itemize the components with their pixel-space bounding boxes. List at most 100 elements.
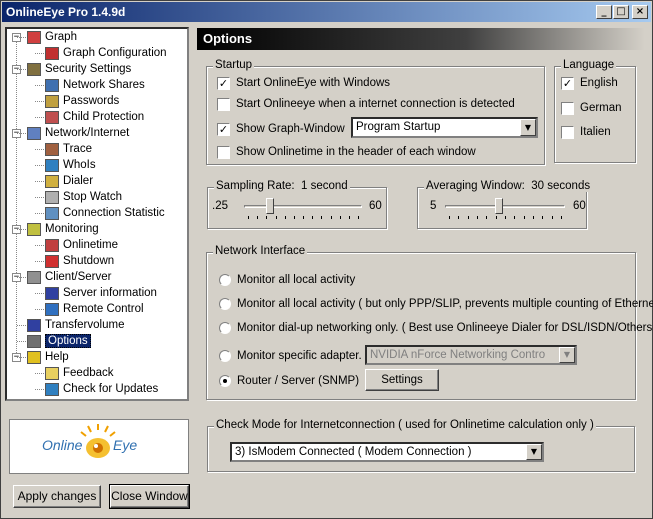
- averaging-window-group: Averaging Window: 30 seconds 5 60: [417, 180, 593, 229]
- tree-item-graph-configuration[interactable]: Graph Configuration: [45, 45, 167, 61]
- averaging-window-value: 30 seconds: [531, 180, 591, 192]
- tree-item-whois[interactable]: WhoIs: [45, 157, 96, 173]
- radio-dot[interactable]: [219, 350, 231, 362]
- statistic-icon: [45, 206, 59, 220]
- tree-item-dialer[interactable]: Dialer: [45, 173, 93, 189]
- tree-item-client-server[interactable]: Client/Server: [27, 269, 111, 285]
- show-graph-label: Show Graph-Window: [236, 123, 345, 135]
- tree-item-server-information[interactable]: Server information: [45, 285, 157, 301]
- chevron-down-icon[interactable]: ▼: [526, 444, 542, 460]
- tree-item-shutdown[interactable]: Shutdown: [45, 253, 114, 269]
- check-mode-title: Check Mode for Internetconnection ( used…: [214, 419, 596, 431]
- tree-item-label: Trace: [63, 143, 92, 155]
- tree-item-label: Options: [45, 334, 91, 348]
- chevron-down-icon[interactable]: ▼: [520, 119, 536, 136]
- router-snmp-label: Router / Server (SNMP): [237, 375, 360, 387]
- tree-item-monitoring[interactable]: Monitoring: [27, 221, 99, 237]
- radio-dot[interactable]: [219, 274, 231, 286]
- tree-item-connection-statistic[interactable]: Connection Statistic: [45, 205, 165, 221]
- maximize-button[interactable]: □: [613, 5, 629, 19]
- checkbox-box[interactable]: ✓: [217, 76, 230, 90]
- startup-group-title: Startup: [213, 59, 255, 71]
- minimize-button[interactable]: _: [596, 5, 612, 19]
- tree-item-onlinetime[interactable]: Onlinetime: [45, 237, 118, 253]
- slider-tick: [257, 216, 259, 219]
- slider-tick: [477, 216, 478, 219]
- apply-changes-button[interactable]: Apply changes: [13, 485, 101, 508]
- tree-item-stop-watch[interactable]: Stop Watch: [45, 189, 122, 205]
- monitor-all-radio[interactable]: Monitor all local activity: [219, 273, 355, 287]
- checkbox-box[interactable]: [561, 125, 574, 139]
- tree-item-trace[interactable]: Trace: [45, 141, 92, 157]
- italien-label: Italien: [580, 126, 611, 138]
- averaging-slider-track[interactable]: [445, 205, 565, 208]
- radio-dot[interactable]: [219, 322, 231, 334]
- tree-item-passwords[interactable]: Passwords: [45, 93, 119, 109]
- averaging-min-label: 5: [430, 200, 437, 212]
- tree-connector: [35, 213, 44, 214]
- tree-item-transfervolume[interactable]: Transfervolume: [27, 317, 124, 333]
- graph-mode-dropdown[interactable]: Program Startup ▼: [351, 117, 538, 138]
- tree-item-label: Onlinetime: [63, 239, 118, 251]
- monitor-ppp-radio[interactable]: Monitor all local activity ( but only PP…: [219, 297, 653, 311]
- stopwatch-icon: [45, 190, 59, 204]
- slider-tick: [495, 216, 497, 219]
- sampling-slider-thumb[interactable]: [266, 198, 274, 214]
- italien-checkbox[interactable]: Italien: [561, 125, 611, 139]
- tree-item-network-internet[interactable]: Network/Internet: [27, 125, 129, 141]
- navigation-tree[interactable]: − − − − − − Graph Graph Configuration Secu…: [5, 27, 189, 401]
- monitor-adapter-label: Monitor specific adapter.: [237, 350, 362, 362]
- tree-item-label: Remote Control: [63, 303, 144, 315]
- graph-icon: [27, 30, 41, 44]
- show-graph-checkbox[interactable]: ✓ Show Graph-Window: [217, 122, 345, 136]
- tree-item-security-settings[interactable]: Security Settings: [27, 61, 131, 77]
- adapter-dropdown[interactable]: NVIDIA nForce Networking Contro ▼: [365, 345, 577, 365]
- checkbox-box[interactable]: [561, 101, 574, 115]
- start-on-connect-checkbox[interactable]: Start Onlineeye when a internet connecti…: [217, 97, 515, 111]
- close-button[interactable]: ×: [632, 5, 648, 19]
- tree-item-child-protection[interactable]: Child Protection: [45, 109, 144, 125]
- network-interface-group: Network Interface Monitor all local acti…: [206, 245, 653, 400]
- start-with-windows-checkbox[interactable]: ✓ Start OnlineEye with Windows: [217, 76, 390, 90]
- network-share-icon: [45, 78, 59, 92]
- tree-item-remote-control[interactable]: Remote Control: [45, 301, 144, 317]
- computer-icon: [27, 126, 41, 140]
- tree-item-network-shares[interactable]: Network Shares: [45, 77, 145, 93]
- checkbox-box[interactable]: ✓: [561, 76, 574, 90]
- checkbox-box[interactable]: [217, 97, 230, 111]
- window-title: OnlineEye Pro 1.4.9d: [6, 5, 126, 19]
- tree-item-label: Dialer: [63, 175, 94, 187]
- checkbox-box[interactable]: [217, 145, 230, 159]
- language-group-title: Language: [561, 59, 617, 71]
- monitor-dialup-radio[interactable]: Monitor dial-up networking only. ( Best …: [219, 321, 653, 335]
- remote-control-icon: [45, 302, 59, 316]
- radio-dot[interactable]: [219, 375, 231, 387]
- chevron-down-icon[interactable]: ▼: [559, 347, 575, 363]
- show-onlinetime-checkbox[interactable]: Show Onlinetime in the header of each wi…: [217, 145, 476, 159]
- tree-connector: [17, 325, 26, 326]
- monitor-adapter-radio[interactable]: Monitor specific adapter.: [219, 349, 362, 363]
- tree-item-label: Shutdown: [63, 255, 115, 267]
- check-mode-value: 3) IsModem Connected ( Modem Connection …: [235, 446, 472, 458]
- tree-item-feedback[interactable]: Feedback: [45, 365, 114, 381]
- radio-dot[interactable]: [219, 298, 231, 310]
- tree-item-options[interactable]: Options: [27, 333, 91, 349]
- averaging-slider-thumb[interactable]: [495, 198, 504, 214]
- checkbox-box[interactable]: ✓: [217, 122, 230, 136]
- tree-item-help[interactable]: Help: [27, 349, 69, 365]
- settings-button[interactable]: Settings: [365, 369, 439, 391]
- title-bar[interactable]: OnlineEye Pro 1.4.9d _ □ ×: [2, 2, 651, 22]
- check-mode-dropdown[interactable]: 3) IsModem Connected ( Modem Connection …: [230, 442, 544, 462]
- sampling-slider-track[interactable]: [244, 205, 362, 208]
- german-checkbox[interactable]: German: [561, 101, 622, 115]
- english-checkbox[interactable]: ✓ English: [561, 76, 618, 90]
- monitor-dialup-label: Monitor dial-up networking only. ( Best …: [237, 322, 653, 334]
- main-window: OnlineEye Pro 1.4.9d _ □ × − − − − − − G…: [0, 0, 653, 519]
- tree-connector: [35, 261, 44, 262]
- language-group: Language ✓ English German Italien: [554, 59, 636, 163]
- tree-item-graph[interactable]: Graph: [27, 29, 77, 45]
- options-icon: [27, 334, 41, 348]
- tree-item-check-for-updates[interactable]: Check for Updates: [45, 381, 158, 397]
- router-snmp-radio[interactable]: Router / Server (SNMP): [219, 374, 359, 388]
- close-window-button[interactable]: Close Window: [109, 484, 190, 509]
